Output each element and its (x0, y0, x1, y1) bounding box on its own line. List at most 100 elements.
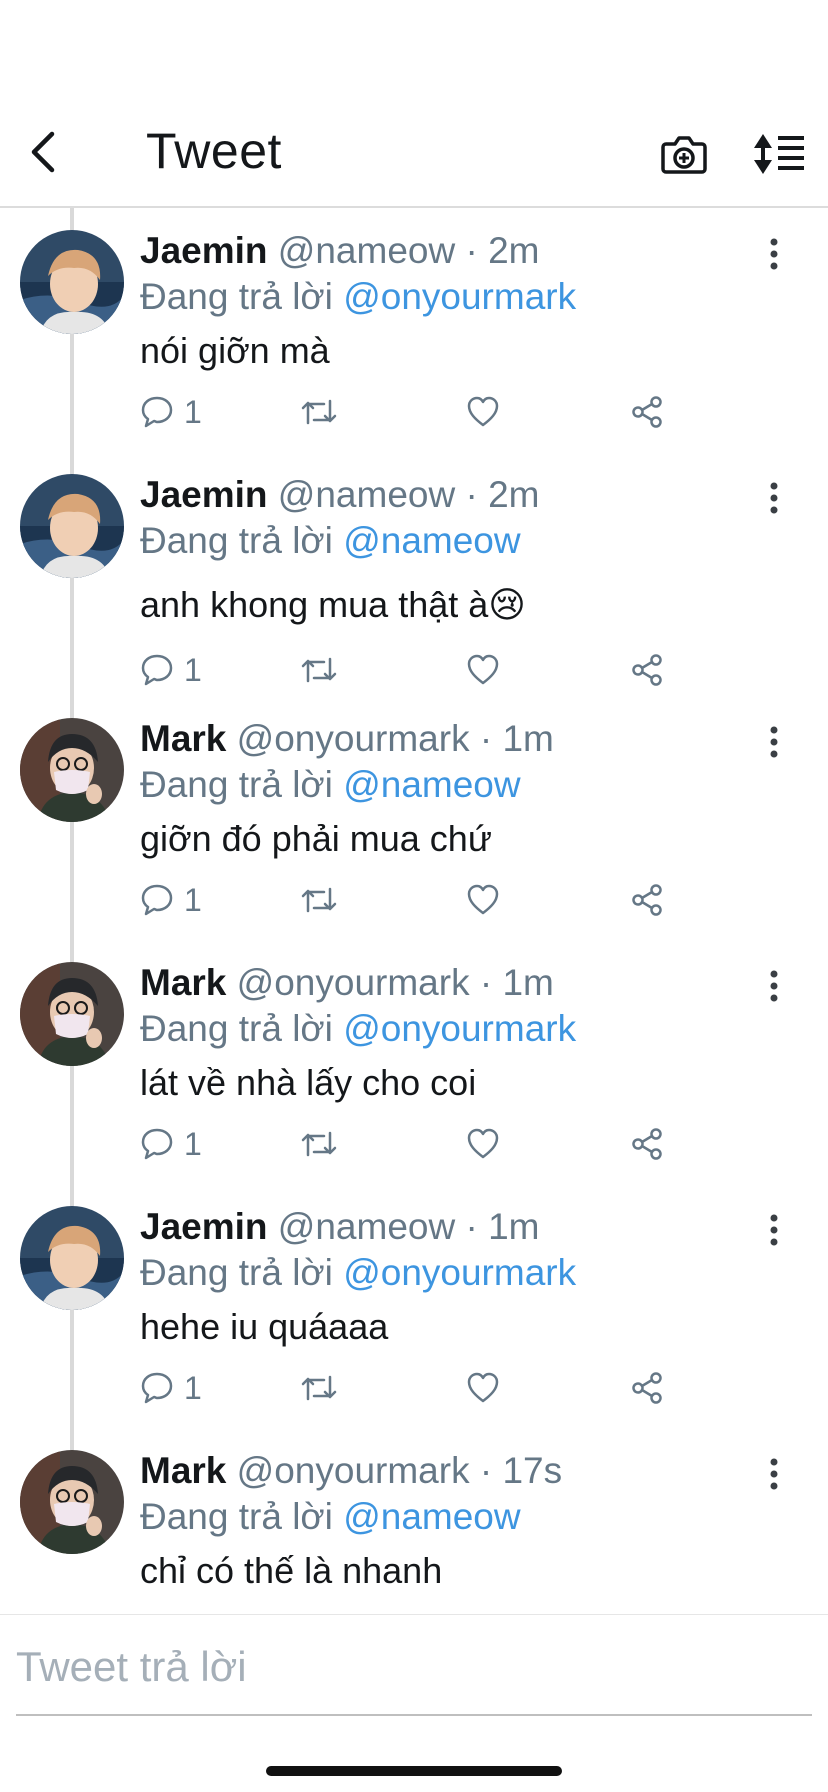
tweet-time: · 17s (479, 1450, 563, 1491)
replying-to-handle-link[interactable]: @nameow (343, 520, 520, 561)
reply-thread: Jaemin @nameow · 2m Đang trả lời @onyour… (0, 208, 828, 1612)
share-button[interactable] (630, 390, 664, 434)
tweet-item[interactable]: Mark @onyourmark · 17s Đang trả lời @nam… (0, 1428, 828, 1612)
avatar-jaemin-icon (20, 1206, 124, 1310)
replying-to-handle-link[interactable]: @nameow (343, 1496, 520, 1537)
reply-bubble-icon (141, 1128, 173, 1160)
tweet-header: Mark @onyourmark · 1m (140, 960, 554, 1006)
like-button[interactable] (466, 878, 500, 922)
replying-to: Đang trả lời @nameow (140, 762, 521, 808)
more-options-button[interactable] (762, 1454, 786, 1494)
avatar[interactable] (20, 474, 124, 578)
tweet-item[interactable]: Mark @onyourmark · 1m Đang trả lời @onyo… (0, 940, 828, 1184)
reply-button[interactable]: 1 (140, 1366, 202, 1410)
replying-to-label: Đang trả lời (140, 276, 333, 317)
tweet-actions: 1 (140, 390, 680, 434)
share-button[interactable] (630, 878, 664, 922)
reply-count: 1 (184, 1125, 202, 1162)
author-handle: @onyourmark (236, 718, 470, 759)
sort-list-icon (754, 134, 804, 174)
tweet-item[interactable]: Jaemin @nameow · 2m Đang trả lời @nameow… (0, 452, 828, 696)
replying-to-label: Đang trả lời (140, 1008, 333, 1049)
tweet-time: · 1m (479, 718, 554, 759)
sort-button[interactable] (752, 130, 808, 178)
more-vertical-icon (770, 1214, 778, 1246)
replying-to-handle-link[interactable]: @nameow (343, 764, 520, 805)
replying-to-label: Đang trả lời (140, 764, 333, 805)
more-options-button[interactable] (762, 478, 786, 518)
retweet-button[interactable] (300, 648, 338, 692)
avatar[interactable] (20, 962, 124, 1066)
replying-to: Đang trả lời @nameow (140, 1494, 521, 1540)
retweet-button[interactable] (300, 1366, 338, 1410)
reply-input[interactable] (16, 1637, 812, 1697)
tweet-time: · 2m (465, 474, 540, 515)
tweet-text: chỉ có thế là nhanh (140, 1548, 442, 1595)
avatar[interactable] (20, 230, 124, 334)
tweet-time: · 1m (479, 962, 554, 1003)
tweet-text-content: nói giỡn mà (140, 330, 330, 371)
more-options-button[interactable] (762, 966, 786, 1006)
tweet-item[interactable]: Jaemin @nameow · 1m Đang trả lời @onyour… (0, 1184, 828, 1428)
like-button[interactable] (466, 648, 500, 692)
like-button[interactable] (466, 390, 500, 434)
replying-to-handle-link[interactable]: @onyourmark (343, 276, 576, 317)
share-button[interactable] (630, 1366, 664, 1410)
camera-button[interactable] (660, 130, 708, 178)
avatar[interactable] (20, 1206, 124, 1310)
reply-button[interactable]: 1 (140, 390, 202, 434)
replying-to-label: Đang trả lời (140, 1496, 333, 1537)
avatar[interactable] (20, 1450, 124, 1554)
tweet-header: Mark @onyourmark · 1m (140, 716, 554, 762)
tweet-text-content: chỉ có thế là nhanh (140, 1550, 443, 1591)
avatar-mark-icon (20, 718, 124, 822)
page-title: Tweet (146, 123, 282, 179)
replying-to-handle-link[interactable]: @onyourmark (343, 1252, 576, 1293)
status-bar-area (0, 0, 828, 100)
author-name[interactable]: Jaemin (140, 474, 268, 515)
more-options-button[interactable] (762, 234, 786, 274)
reply-button[interactable]: 1 (140, 1122, 202, 1166)
share-button[interactable] (630, 1122, 664, 1166)
share-icon (632, 1128, 662, 1160)
like-button[interactable] (466, 1366, 500, 1410)
retweet-button[interactable] (300, 390, 338, 434)
more-options-button[interactable] (762, 722, 786, 762)
tweet-item[interactable]: Mark @onyourmark · 1m Đang trả lời @name… (0, 696, 828, 940)
tweet-text-content: giỡn đó phải mua chứ (140, 818, 492, 859)
reply-button[interactable]: 1 (140, 878, 202, 922)
replying-to: Đang trả lời @nameow (140, 518, 521, 564)
avatar-mark-icon (20, 962, 124, 1066)
author-name[interactable]: Mark (140, 962, 226, 1003)
back-button[interactable] (22, 130, 66, 174)
author-name[interactable]: Mark (140, 718, 226, 759)
retweet-icon (301, 887, 337, 913)
author-handle: @nameow (277, 474, 456, 515)
author-name[interactable]: Jaemin (140, 1206, 268, 1247)
retweet-button[interactable] (300, 878, 338, 922)
avatar[interactable] (20, 718, 124, 822)
reply-composer (0, 1614, 828, 1714)
tweet-actions: 1 (140, 878, 680, 922)
author-name[interactable]: Mark (140, 1450, 226, 1491)
reply-count: 1 (184, 651, 202, 688)
tweet-actions: 1 (140, 648, 680, 692)
tweet-item[interactable]: Jaemin @nameow · 2m Đang trả lời @onyour… (0, 208, 828, 452)
heart-icon (467, 396, 499, 427)
more-options-button[interactable] (762, 1210, 786, 1250)
reply-button[interactable]: 1 (140, 648, 202, 692)
tweet-text: anh khong mua thật à😢 (140, 582, 526, 629)
reply-count: 1 (184, 881, 202, 918)
home-indicator (266, 1766, 562, 1776)
share-icon (632, 1372, 662, 1404)
like-button[interactable] (466, 1122, 500, 1166)
replying-to-handle-link[interactable]: @onyourmark (343, 1008, 576, 1049)
tweet-text: giỡn đó phải mua chứ (140, 816, 492, 863)
share-button[interactable] (630, 648, 664, 692)
retweet-button[interactable] (300, 1122, 338, 1166)
author-handle: @nameow (277, 230, 456, 271)
reply-count: 1 (184, 1369, 202, 1406)
tweet-text-content: anh khong mua thật à (140, 584, 489, 625)
heart-icon (467, 654, 499, 685)
author-name[interactable]: Jaemin (140, 230, 268, 271)
